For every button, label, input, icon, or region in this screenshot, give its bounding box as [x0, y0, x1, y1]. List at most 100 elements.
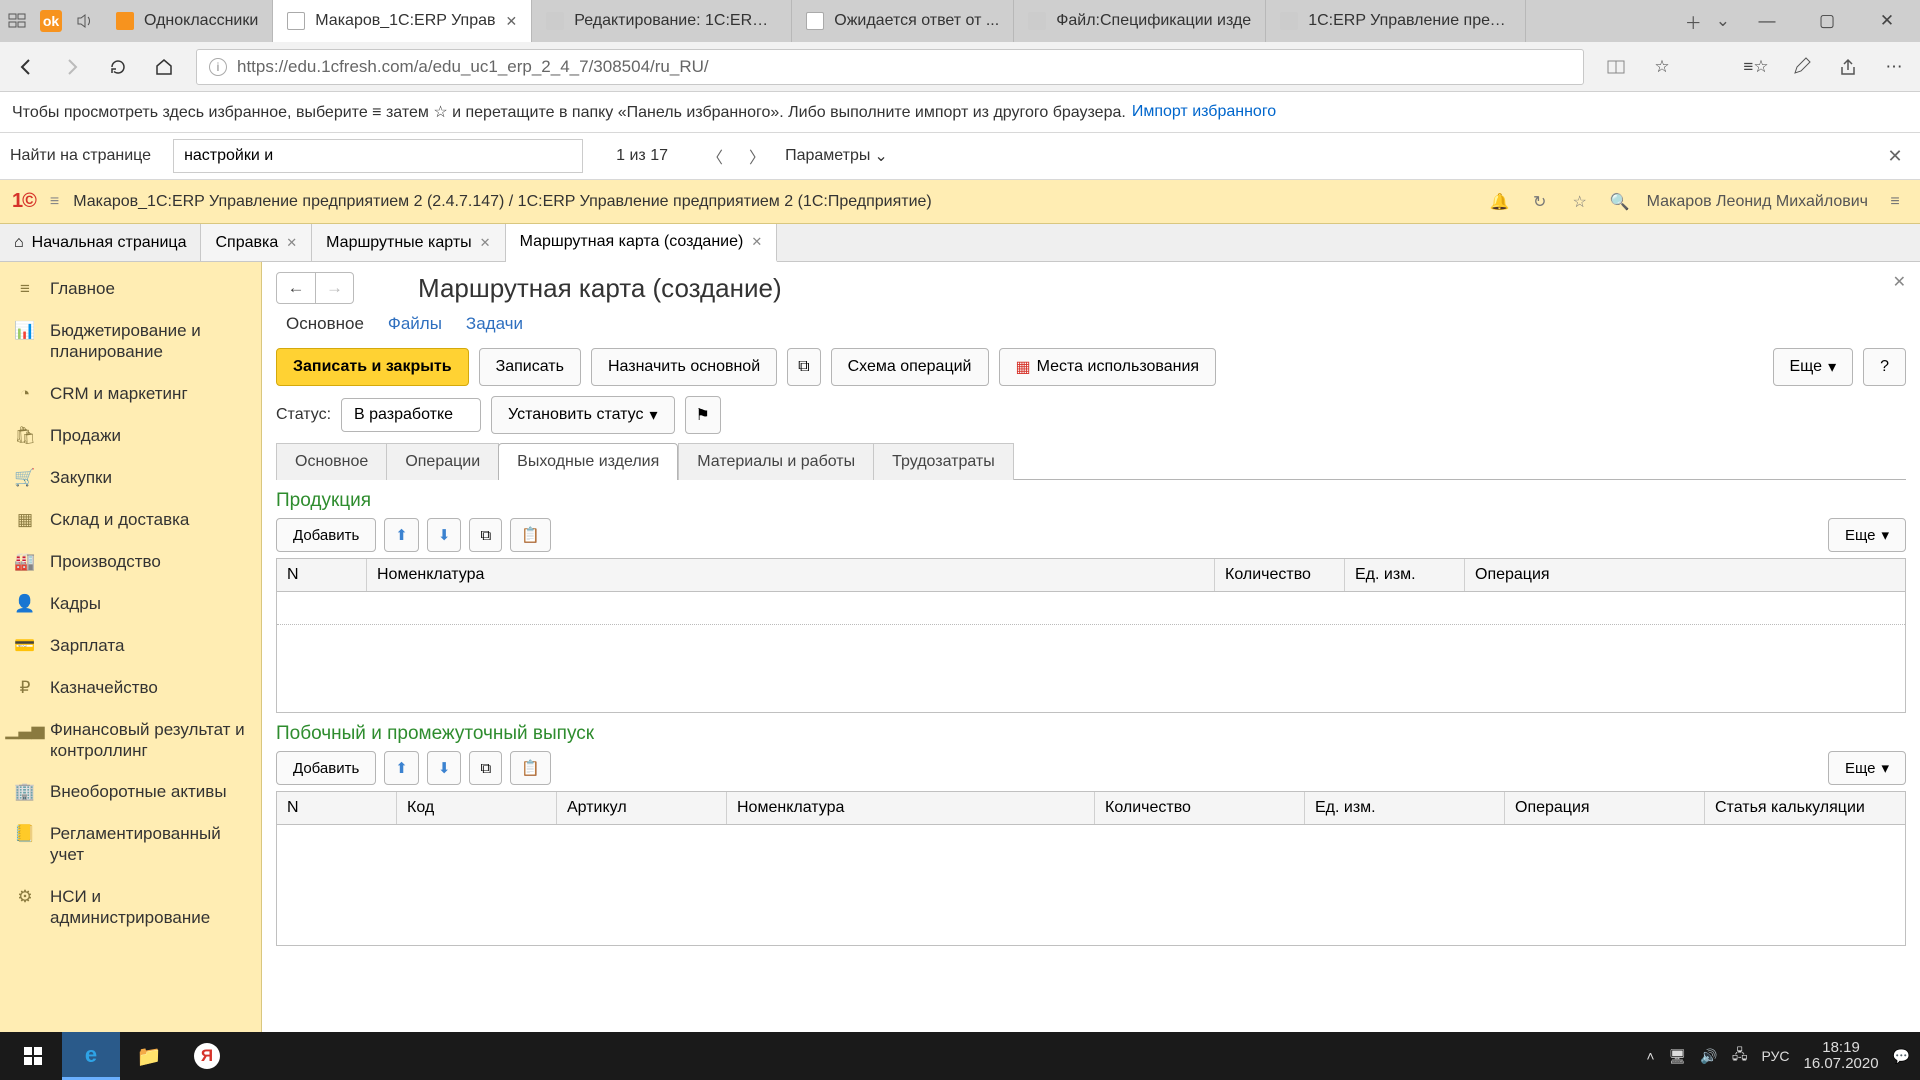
onec-tab-home[interactable]: ⌂Начальная страница [0, 224, 201, 261]
tray-volume-icon[interactable]: 🔊 [1700, 1048, 1717, 1065]
sidebar-item-treasury[interactable]: ₽Казначейство [0, 667, 261, 709]
onec-tab-route-create[interactable]: Маршрутная карта (создание)✕ [506, 224, 778, 262]
favorites-list-icon[interactable]: ≡☆ [1742, 53, 1770, 81]
inner-tab-main[interactable]: Основное [276, 443, 387, 480]
menu-icon[interactable]: ≡ [50, 193, 59, 211]
forward-button[interactable] [58, 53, 86, 81]
find-params[interactable]: Параметры⌄ [785, 146, 888, 166]
help-button[interactable]: ? [1863, 348, 1906, 386]
move-up-button[interactable]: ⬆ [384, 518, 419, 552]
move-down-button-2[interactable]: ⬇ [427, 751, 462, 785]
table-more-button[interactable]: Еще ▾ [1828, 518, 1906, 552]
save-close-button[interactable]: Записать и закрыть [276, 348, 469, 386]
sidebar-item-hr[interactable]: 👤Кадры [0, 583, 261, 625]
tray-network-icon[interactable]: 🖧 [1732, 1044, 1748, 1068]
copy-button[interactable]: ⧉ [787, 348, 820, 386]
settings-icon[interactable]: ≡ [1882, 193, 1908, 211]
tab-overflow-icon[interactable]: ⌄ [1716, 11, 1730, 31]
browser-tab-4[interactable]: Файл:Спецификации изде [1014, 0, 1266, 42]
notes-icon[interactable] [1788, 53, 1816, 81]
start-button[interactable] [4, 1032, 62, 1080]
yandex-taskbar-icon[interactable]: Я [178, 1032, 236, 1080]
close-icon[interactable]: ✕ [506, 13, 518, 30]
copy-row-button-2[interactable]: ⧉ [469, 751, 502, 785]
browser-tab-3[interactable]: Ожидается ответ от ... [792, 0, 1014, 42]
places-button[interactable]: ▦Места использования [999, 348, 1217, 386]
sidebar-item-assets[interactable]: 🏢Внеоборотные активы [0, 771, 261, 813]
info-icon[interactable]: i [209, 58, 227, 76]
set-status-button[interactable]: Установить статус ▾ [491, 396, 674, 434]
tray-lang[interactable]: РУС [1761, 1048, 1789, 1064]
home-button[interactable] [150, 53, 178, 81]
share-icon[interactable] [1834, 53, 1862, 81]
tray-notifications-icon[interactable]: 💬 [1893, 1048, 1910, 1065]
sidebar-item-budgeting[interactable]: 📊Бюджетирование и планирование [0, 310, 261, 373]
task-view-icon[interactable] [6, 10, 28, 32]
reading-view-icon[interactable] [1602, 53, 1630, 81]
explorer-taskbar-icon[interactable]: 📁 [120, 1032, 178, 1080]
more-icon[interactable]: ⋯ [1880, 53, 1908, 81]
bell-icon[interactable]: 🔔 [1487, 192, 1513, 212]
more-button[interactable]: Еще ▾ [1773, 348, 1854, 386]
speaker-icon[interactable] [74, 10, 96, 32]
address-bar[interactable]: i https://edu.1cfresh.com/a/edu_uc1_erp_… [196, 49, 1584, 85]
close-icon[interactable]: ✕ [286, 235, 297, 251]
favorite-icon[interactable]: ☆ [1648, 53, 1676, 81]
page-close-button[interactable]: ✕ [1893, 272, 1906, 292]
col2-code[interactable]: Код [397, 792, 557, 824]
paste-row-button-2[interactable]: 📋 [510, 751, 551, 785]
col2-article[interactable]: Артикул [557, 792, 727, 824]
byproducts-table-body[interactable] [277, 825, 1905, 945]
subnav-main[interactable]: Основное [286, 314, 364, 334]
sidebar-item-production[interactable]: 🏭Производство [0, 541, 261, 583]
sidebar-item-warehouse[interactable]: ▦Склад и доставка [0, 499, 261, 541]
col2-unit[interactable]: Ед. изм. [1305, 792, 1505, 824]
nav-back-button[interactable]: ← [277, 273, 315, 303]
sidebar-item-finance[interactable]: ▁▃▅Финансовый результат и контроллинг [0, 709, 261, 772]
col2-nomenclature[interactable]: Номенклатура [727, 792, 1095, 824]
onec-tab-routes[interactable]: Маршрутные карты✕ [312, 224, 505, 261]
sidebar-item-regaccount[interactable]: 📒Регламентированный учет [0, 813, 261, 876]
status-value[interactable]: В разработке [341, 398, 481, 432]
tray-clock[interactable]: 18:19 16.07.2020 [1803, 1040, 1878, 1073]
save-button[interactable]: Записать [479, 348, 581, 386]
move-down-button[interactable]: ⬇ [427, 518, 462, 552]
close-icon[interactable]: ✕ [751, 234, 762, 250]
sidebar-item-main[interactable]: ≡Главное [0, 268, 261, 310]
star-icon[interactable]: ☆ [1567, 192, 1593, 212]
onec-tab-help[interactable]: Справка✕ [201, 224, 312, 261]
subnav-files[interactable]: Файлы [388, 314, 442, 334]
inner-tab-labor[interactable]: Трудозатраты [873, 443, 1014, 480]
browser-tab-2[interactable]: Редактирование: 1C:ERP Уп [532, 0, 792, 42]
browser-tab-0[interactable]: Одноклассники [102, 0, 273, 42]
new-tab-button[interactable]: ＋ [1685, 9, 1702, 34]
sidebar-item-sales[interactable]: 🛍Продажи [0, 415, 261, 457]
browser-tab-1[interactable]: Макаров_1С:ERP Управ✕ [273, 0, 532, 42]
inner-tab-materials[interactable]: Материалы и работы [678, 443, 874, 480]
history-icon[interactable]: ↻ [1527, 192, 1553, 212]
find-next-button[interactable]: 〉 [743, 142, 771, 170]
refresh-button[interactable] [104, 53, 132, 81]
col2-qty[interactable]: Количество [1095, 792, 1305, 824]
col-operation[interactable]: Операция [1465, 559, 1905, 591]
maximize-button[interactable]: ▢ [1804, 0, 1850, 42]
inner-tab-operations[interactable]: Операции [386, 443, 499, 480]
status-icon-button[interactable]: ⚑ [685, 396, 721, 434]
subnav-tasks[interactable]: Задачи [466, 314, 523, 334]
set-main-button[interactable]: Назначить основной [591, 348, 777, 386]
find-close-button[interactable]: ✕ [1880, 146, 1910, 167]
col-nomenclature[interactable]: Номенклатура [367, 559, 1215, 591]
add-byproduct-button[interactable]: Добавить [276, 751, 376, 785]
sidebar-item-purchases[interactable]: 🛒Закупки [0, 457, 261, 499]
back-button[interactable] [12, 53, 40, 81]
find-prev-button[interactable]: 〈 [701, 142, 729, 170]
close-icon[interactable]: ✕ [480, 235, 491, 251]
col-unit[interactable]: Ед. изм. [1345, 559, 1465, 591]
table2-more-button[interactable]: Еще ▾ [1828, 751, 1906, 785]
col-qty[interactable]: Количество [1215, 559, 1345, 591]
sidebar-item-crm[interactable]: ◔CRM и маркетинг [0, 373, 261, 415]
sidebar-item-admin[interactable]: ⚙НСИ и администрирование [0, 876, 261, 939]
col2-calc[interactable]: Статья калькуляции [1705, 792, 1905, 824]
edge-taskbar-icon[interactable]: e [62, 1032, 120, 1080]
col2-operation[interactable]: Операция [1505, 792, 1705, 824]
